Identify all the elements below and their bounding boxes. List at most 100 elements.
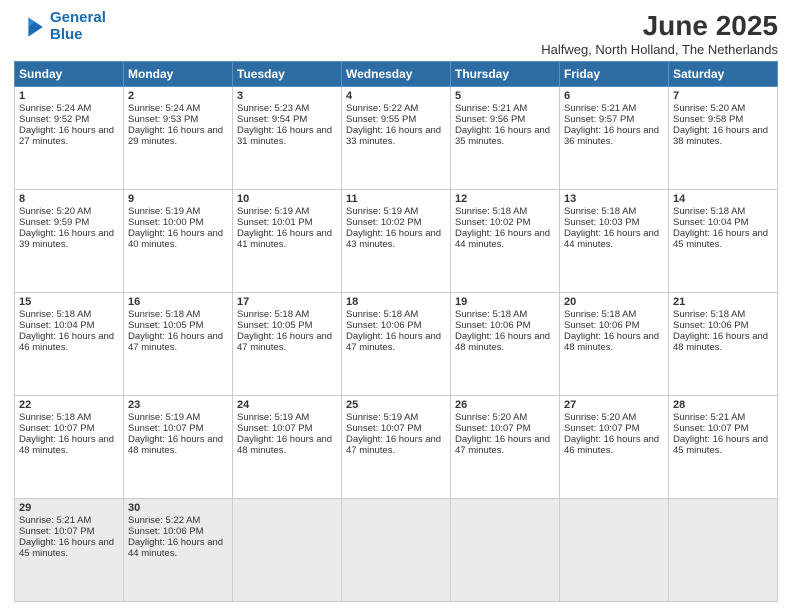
daylight-label: Daylight: 16 hours and 39 minutes. [19,228,114,250]
daylight-label: Daylight: 16 hours and 45 minutes. [673,228,768,250]
sunrise-label: Sunrise: 5:18 AM [19,309,91,320]
day-number: 24 [237,399,337,411]
sunrise-label: Sunrise: 5:19 AM [128,412,200,423]
calendar-week-row: 22 Sunrise: 5:18 AM Sunset: 10:07 PM Day… [15,396,778,499]
calendar-day-header: Friday [560,62,669,87]
day-number: 13 [564,193,664,205]
sunrise-label: Sunrise: 5:20 AM [673,103,745,114]
daylight-label: Daylight: 16 hours and 41 minutes. [237,228,332,250]
sunset-label: Sunset: 10:06 PM [673,320,749,331]
daylight-label: Daylight: 16 hours and 44 minutes. [128,537,223,559]
sunrise-label: Sunrise: 5:22 AM [128,515,200,526]
calendar-day-cell: 20 Sunrise: 5:18 AM Sunset: 10:06 PM Day… [560,293,669,396]
calendar-day-cell: 16 Sunrise: 5:18 AM Sunset: 10:05 PM Day… [124,293,233,396]
daylight-label: Daylight: 16 hours and 48 minutes. [455,331,550,353]
day-number: 15 [19,296,119,308]
calendar-day-cell: 23 Sunrise: 5:19 AM Sunset: 10:07 PM Day… [124,396,233,499]
sunrise-label: Sunrise: 5:18 AM [673,206,745,217]
sunset-label: Sunset: 10:07 PM [455,423,531,434]
calendar-day-cell: 6 Sunrise: 5:21 AM Sunset: 9:57 PM Dayli… [560,87,669,190]
sunset-label: Sunset: 9:58 PM [673,114,743,125]
calendar-day-cell: 7 Sunrise: 5:20 AM Sunset: 9:58 PM Dayli… [669,87,778,190]
day-number: 16 [128,296,228,308]
sunrise-label: Sunrise: 5:24 AM [19,103,91,114]
sunset-label: Sunset: 10:07 PM [673,423,749,434]
day-number: 14 [673,193,773,205]
daylight-label: Daylight: 16 hours and 48 minutes. [237,434,332,456]
calendar-header-row: SundayMondayTuesdayWednesdayThursdayFrid… [15,62,778,87]
daylight-label: Daylight: 16 hours and 48 minutes. [564,331,659,353]
sunset-label: Sunset: 9:56 PM [455,114,525,125]
sunset-label: Sunset: 10:07 PM [128,423,204,434]
sunrise-label: Sunrise: 5:18 AM [564,309,636,320]
day-number: 11 [346,193,446,205]
day-number: 28 [673,399,773,411]
daylight-label: Daylight: 16 hours and 40 minutes. [128,228,223,250]
sunset-label: Sunset: 9:52 PM [19,114,89,125]
sunrise-label: Sunrise: 5:19 AM [346,412,418,423]
day-number: 12 [455,193,555,205]
day-number: 9 [128,193,228,205]
calendar-day-cell: 2 Sunrise: 5:24 AM Sunset: 9:53 PM Dayli… [124,87,233,190]
day-number: 21 [673,296,773,308]
daylight-label: Daylight: 16 hours and 47 minutes. [346,434,441,456]
daylight-label: Daylight: 16 hours and 44 minutes. [455,228,550,250]
month-title: June 2025 [541,10,778,42]
day-number: 19 [455,296,555,308]
sunrise-label: Sunrise: 5:19 AM [237,412,309,423]
day-number: 27 [564,399,664,411]
calendar-day-cell: 28 Sunrise: 5:21 AM Sunset: 10:07 PM Day… [669,396,778,499]
calendar-day-cell: 10 Sunrise: 5:19 AM Sunset: 10:01 PM Day… [233,190,342,293]
sunrise-label: Sunrise: 5:18 AM [455,206,527,217]
day-number: 2 [128,90,228,102]
sunrise-label: Sunrise: 5:21 AM [564,103,636,114]
sunrise-label: Sunrise: 5:21 AM [455,103,527,114]
sunset-label: Sunset: 10:06 PM [564,320,640,331]
daylight-label: Daylight: 16 hours and 44 minutes. [564,228,659,250]
calendar-day-cell: 4 Sunrise: 5:22 AM Sunset: 9:55 PM Dayli… [342,87,451,190]
calendar-day-cell [451,499,560,602]
daylight-label: Daylight: 16 hours and 36 minutes. [564,125,659,147]
calendar-day-cell: 25 Sunrise: 5:19 AM Sunset: 10:07 PM Day… [342,396,451,499]
calendar-day-cell: 19 Sunrise: 5:18 AM Sunset: 10:06 PM Day… [451,293,560,396]
daylight-label: Daylight: 16 hours and 47 minutes. [128,331,223,353]
day-number: 10 [237,193,337,205]
calendar-day-cell: 24 Sunrise: 5:19 AM Sunset: 10:07 PM Day… [233,396,342,499]
logo-text: General Blue [50,10,106,43]
day-number: 18 [346,296,446,308]
calendar-day-cell: 30 Sunrise: 5:22 AM Sunset: 10:06 PM Day… [124,499,233,602]
day-number: 25 [346,399,446,411]
calendar-day-cell: 13 Sunrise: 5:18 AM Sunset: 10:03 PM Day… [560,190,669,293]
sunrise-label: Sunrise: 5:20 AM [19,206,91,217]
sunrise-label: Sunrise: 5:18 AM [455,309,527,320]
sunset-label: Sunset: 10:03 PM [564,217,640,228]
calendar-week-row: 29 Sunrise: 5:21 AM Sunset: 10:07 PM Day… [15,499,778,602]
location-title: Halfweg, North Holland, The Netherlands [541,42,778,57]
calendar-day-cell: 9 Sunrise: 5:19 AM Sunset: 10:00 PM Dayl… [124,190,233,293]
daylight-label: Daylight: 16 hours and 35 minutes. [455,125,550,147]
calendar-day-cell: 15 Sunrise: 5:18 AM Sunset: 10:04 PM Day… [15,293,124,396]
sunset-label: Sunset: 10:07 PM [19,423,95,434]
sunset-label: Sunset: 9:53 PM [128,114,198,125]
day-number: 29 [19,502,119,514]
sunset-label: Sunset: 10:04 PM [673,217,749,228]
day-number: 7 [673,90,773,102]
sunset-label: Sunset: 10:07 PM [346,423,422,434]
day-number: 22 [19,399,119,411]
calendar-day-header: Sunday [15,62,124,87]
sunrise-label: Sunrise: 5:18 AM [564,206,636,217]
sunset-label: Sunset: 10:06 PM [128,526,204,537]
header: General Blue June 2025 Halfweg, North Ho… [14,10,778,57]
sunset-label: Sunset: 9:55 PM [346,114,416,125]
sunset-label: Sunset: 10:05 PM [237,320,313,331]
day-number: 6 [564,90,664,102]
sunrise-label: Sunrise: 5:19 AM [237,206,309,217]
calendar-day-cell: 14 Sunrise: 5:18 AM Sunset: 10:04 PM Day… [669,190,778,293]
sunrise-label: Sunrise: 5:18 AM [346,309,418,320]
sunset-label: Sunset: 10:07 PM [19,526,95,537]
day-number: 8 [19,193,119,205]
sunrise-label: Sunrise: 5:19 AM [346,206,418,217]
sunset-label: Sunset: 10:07 PM [237,423,313,434]
daylight-label: Daylight: 16 hours and 43 minutes. [346,228,441,250]
calendar-day-cell: 27 Sunrise: 5:20 AM Sunset: 10:07 PM Day… [560,396,669,499]
